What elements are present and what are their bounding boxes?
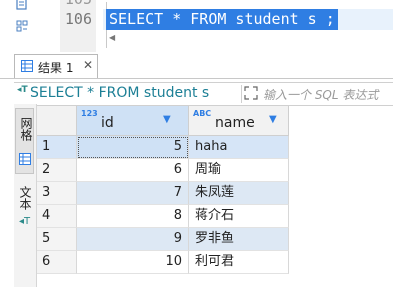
cell-name[interactable]: 朱凤莲 [189, 182, 289, 205]
table-row[interactable]: 4 8 蒋介石 [37, 205, 289, 228]
tab-label: 文本 [18, 186, 32, 210]
column-header-id[interactable]: 123 id ▼ [77, 106, 189, 136]
settings-panel-icon[interactable] [16, 20, 28, 32]
cell-name[interactable]: 蒋介石 [189, 205, 289, 228]
table-row[interactable]: 5 9 罗非鱼 [37, 228, 289, 251]
cell-name[interactable]: 罗非鱼 [189, 228, 289, 251]
text-icon: ◂T [19, 216, 31, 227]
table-row[interactable]: 6 10 利可君 [37, 251, 289, 274]
table-row[interactable]: 1 5 haha [37, 136, 289, 159]
cell-id[interactable]: 8 [77, 205, 189, 228]
tab-label: 网格 [19, 117, 33, 141]
table-row[interactable]: 2 6 周瑜 [37, 159, 289, 182]
cell-name[interactable]: 周瑜 [189, 159, 289, 182]
cell-id[interactable]: 10 [77, 251, 189, 274]
grid-icon [19, 153, 31, 165]
view-mode-sidebar: 网格 文本 ◂T [14, 104, 37, 287]
row-number[interactable]: 6 [37, 251, 77, 274]
line-number-current: 106 [64, 10, 92, 28]
column-label: id [101, 115, 114, 131]
scroll-left-arrow-icon[interactable]: ◀ [109, 33, 115, 42]
tab-label: 结果 1 [38, 61, 74, 75]
cell-id[interactable]: 5 [77, 136, 189, 159]
cell-name[interactable]: haha [189, 136, 289, 159]
tab-grid-view[interactable]: 网格 [15, 108, 34, 174]
tab-text-view[interactable]: 文本 ◂T [15, 180, 34, 232]
cell-id[interactable]: 7 [77, 182, 189, 205]
current-code-line[interactable]: SELECT * FROM student s ; [103, 9, 393, 30]
table-row[interactable]: 3 7 朱凤莲 [37, 182, 289, 205]
row-number[interactable]: 2 [37, 159, 77, 182]
row-number[interactable]: 5 [37, 228, 77, 251]
tab-result-1[interactable]: 结果 1 ✕ [14, 54, 98, 78]
line-number: 105 [65, 0, 92, 8]
row-number-header [37, 106, 77, 136]
column-label: name [215, 115, 255, 131]
divider [241, 85, 242, 103]
column-header-name[interactable]: ABC name ▼ [189, 106, 289, 136]
row-number[interactable]: 4 [37, 205, 77, 228]
results-grid[interactable]: 123 id ▼ ABC name ▼ 1 5 haha 2 6 周瑜 3 7 … [37, 106, 393, 287]
numeric-type-badge: 123 [81, 109, 98, 118]
cell-name[interactable]: 利可君 [189, 251, 289, 274]
sort-arrow-icon[interactable]: ▼ [269, 114, 277, 125]
close-icon[interactable]: ✕ [83, 58, 93, 72]
row-number[interactable]: 3 [37, 182, 77, 205]
selected-sql-text[interactable]: SELECT * FROM student s ; [106, 9, 338, 30]
query-text: SELECT * FROM student s [30, 85, 210, 101]
sql-editor[interactable]: 105 106 SELECT * FROM student s ; ◀ [0, 0, 393, 52]
document-icon [16, 0, 27, 10]
sort-arrow-icon[interactable]: ▼ [163, 114, 171, 125]
line-number-gutter: 105 106 [60, 0, 96, 52]
filter-bar: ◂T SELECT * FROM student s 输入一个 SQL 表达式 [14, 82, 393, 106]
row-number[interactable]: 1 [37, 136, 77, 159]
result-tab-strip: 结果 1 ✕ [0, 54, 393, 79]
editor-left-gutter [0, 0, 36, 52]
filter-input[interactable]: 输入一个 SQL 表达式 [263, 86, 378, 103]
text-type-badge: ABC [193, 109, 212, 118]
expand-icon[interactable] [244, 86, 258, 100]
table-grid-icon [21, 60, 33, 72]
cell-id[interactable]: 6 [77, 159, 189, 182]
sql-filter-icon: ◂T [17, 85, 28, 95]
cell-id[interactable]: 9 [77, 228, 189, 251]
